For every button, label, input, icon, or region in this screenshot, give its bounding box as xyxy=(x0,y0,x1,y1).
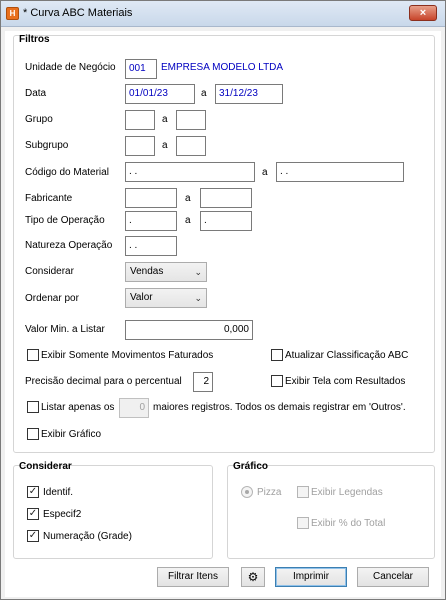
considerar-label: Considerar xyxy=(25,266,74,277)
settings-button[interactable]: ⚙ xyxy=(241,567,265,587)
unidade-name: EMPRESA MODELO LTDA xyxy=(161,62,284,73)
precisao-input[interactable]: 2 xyxy=(193,372,213,392)
codigo-from-input[interactable]: . . xyxy=(125,162,255,182)
pizza-radio[interactable] xyxy=(241,486,253,498)
legendas-checkbox[interactable] xyxy=(297,486,309,498)
fabricante-from-input[interactable] xyxy=(125,188,177,208)
subgrupo-sep: a xyxy=(162,140,168,151)
considerar-value: Vendas xyxy=(130,266,164,277)
unidade-label: Unidade de Negócio xyxy=(25,62,116,73)
imprimir-button[interactable]: Imprimir xyxy=(275,567,347,587)
exibir-tela-checkbox[interactable] xyxy=(271,375,283,387)
subgrupo-label: Subgrupo xyxy=(25,140,69,151)
window-title: * Curva ABC Materiais xyxy=(23,7,133,19)
fabricante-to-input[interactable] xyxy=(200,188,252,208)
fabricante-label: Fabricante xyxy=(25,193,73,204)
client-area: Filtros Unidade de Negócio 001 EMPRESA M… xyxy=(5,31,441,597)
data-sep: a xyxy=(201,88,207,99)
ordenar-label: Ordenar por xyxy=(25,293,79,304)
chevron-down-icon: ⌄ xyxy=(194,293,202,303)
atualizar-abc-label[interactable]: Atualizar Classificação ABC xyxy=(285,350,408,361)
valor-min-label: Valor Min. a Listar xyxy=(25,324,105,335)
considerar-group-title: Considerar xyxy=(19,461,72,472)
codigo-label: Código do Material xyxy=(25,167,109,178)
ordenar-select[interactable]: Valor ⌄ xyxy=(125,288,207,308)
listar-suffix: maiores registros. Todos os demais regis… xyxy=(153,402,406,413)
tipo-op-sep: a xyxy=(185,215,191,226)
considerar-select[interactable]: Vendas ⌄ xyxy=(125,262,207,282)
ordenar-value: Valor xyxy=(130,292,153,303)
especif2-checkbox[interactable]: ✓ xyxy=(27,508,39,520)
identif-label[interactable]: Identif. xyxy=(43,487,73,498)
codigo-to-input[interactable]: . . xyxy=(276,162,404,182)
exibir-tela-label[interactable]: Exibir Tela com Resultados xyxy=(285,376,405,387)
title-bar[interactable]: H * Curva ABC Materiais × xyxy=(1,1,445,27)
perc-total-label[interactable]: Exibir % do Total xyxy=(311,518,385,529)
grafico-group xyxy=(227,465,435,559)
especif2-label[interactable]: Especif2 xyxy=(43,509,81,520)
precisao-label: Precisão decimal para o percentual xyxy=(25,376,182,387)
natureza-label: Natureza Operação xyxy=(25,240,113,251)
numeracao-label[interactable]: Numeração (Grade) xyxy=(43,531,132,542)
unidade-code-input[interactable]: 001 xyxy=(125,59,157,79)
listar-checkbox[interactable] xyxy=(27,401,39,413)
exibir-faturados-label[interactable]: Exibir Somente Movimentos Faturados xyxy=(41,350,213,361)
subgrupo-from-input[interactable] xyxy=(125,136,155,156)
grafico-group-title: Gráfico xyxy=(233,461,269,472)
listar-count-input[interactable]: 0 xyxy=(119,398,149,418)
natureza-input[interactable]: . . xyxy=(125,236,177,256)
listar-label[interactable]: Listar apenas os xyxy=(41,402,114,413)
grupo-sep: a xyxy=(162,114,168,125)
numeracao-checkbox[interactable]: ✓ xyxy=(27,530,39,542)
chevron-down-icon: ⌄ xyxy=(194,267,202,277)
app-icon: H xyxy=(6,7,19,20)
grupo-label: Grupo xyxy=(25,114,53,125)
exibir-grafico-checkbox[interactable] xyxy=(27,428,39,440)
exibir-faturados-checkbox[interactable] xyxy=(27,349,39,361)
cancelar-button[interactable]: Cancelar xyxy=(357,567,429,587)
subgrupo-to-input[interactable] xyxy=(176,136,206,156)
atualizar-abc-checkbox[interactable] xyxy=(271,349,283,361)
data-from-input[interactable]: 01/01/23 xyxy=(125,84,195,104)
close-button[interactable]: × xyxy=(409,5,437,21)
codigo-sep: a xyxy=(262,167,268,178)
data-to-input[interactable]: 31/12/23 xyxy=(215,84,283,104)
dialog-window: H * Curva ABC Materiais × Filtros Unidad… xyxy=(0,0,446,600)
filtrar-itens-button[interactable]: Filtrar Itens xyxy=(157,567,229,587)
identif-checkbox[interactable]: ✓ xyxy=(27,486,39,498)
tipo-op-to-input[interactable]: . xyxy=(200,211,252,231)
tipo-op-from-input[interactable]: . xyxy=(125,211,177,231)
grupo-to-input[interactable] xyxy=(176,110,206,130)
pizza-label[interactable]: Pizza xyxy=(257,487,281,498)
data-label: Data xyxy=(25,88,47,99)
valor-min-input[interactable]: 0,000 xyxy=(125,320,253,340)
filtros-title: Filtros xyxy=(19,34,50,45)
exibir-grafico-label[interactable]: Exibir Gráfico xyxy=(41,429,101,440)
fabricante-sep: a xyxy=(185,193,191,204)
tipo-op-label: Tipo de Operação xyxy=(25,215,105,226)
perc-total-checkbox[interactable] xyxy=(297,517,309,529)
gear-icon: ⚙ xyxy=(247,570,259,584)
legendas-label[interactable]: Exibir Legendas xyxy=(311,487,383,498)
grupo-from-input[interactable] xyxy=(125,110,155,130)
